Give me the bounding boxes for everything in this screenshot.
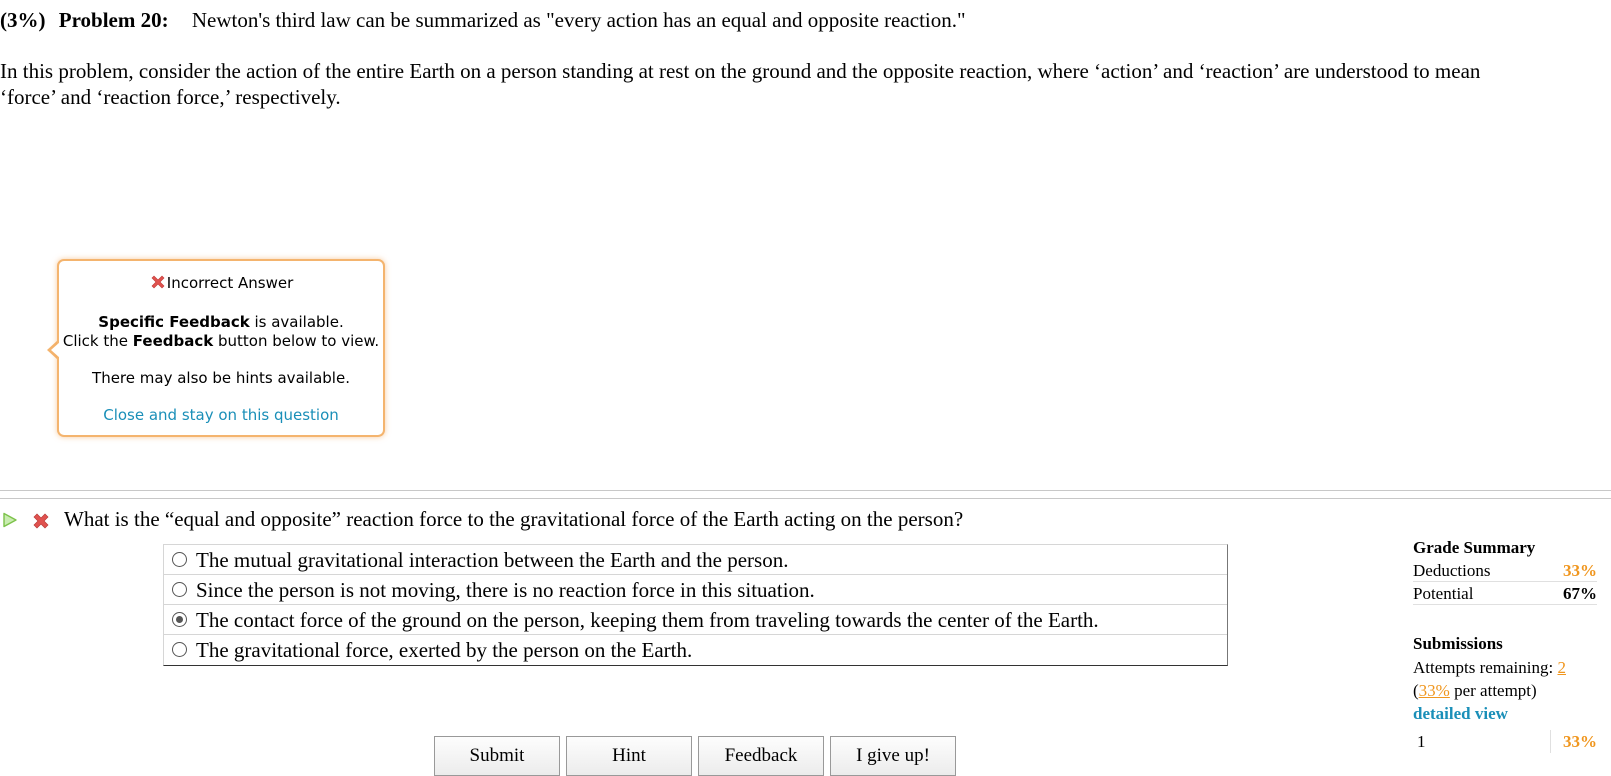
problem-title: Problem 20:	[58, 8, 169, 32]
question-text: What is the “equal and opposite” reactio…	[64, 507, 964, 531]
popup-instruction-line: Click the Feedback button below to view.	[59, 332, 383, 351]
submissions-title: Submissions	[1413, 634, 1503, 653]
incorrect-x-icon	[151, 275, 165, 289]
answer-option[interactable]: The contact force of the ground on the p…	[164, 605, 1227, 635]
deductions-value: 33%	[1563, 561, 1597, 580]
give-up-button[interactable]: I give up!	[830, 736, 956, 776]
hint-button[interactable]: Hint	[566, 736, 692, 776]
radio-button[interactable]	[172, 642, 187, 657]
wrong-x-icon	[33, 513, 49, 529]
answer-option-label: Since the person is not moving, there is…	[196, 578, 815, 602]
per-attempt: (33% per attempt)	[1413, 679, 1537, 702]
radio-button-selected[interactable]	[172, 612, 187, 627]
potential-row: Potential 67%	[1413, 582, 1597, 605]
radio-button[interactable]	[172, 582, 187, 597]
attempts-label: Attempts remaining:	[1413, 658, 1558, 677]
potential-label: Potential	[1413, 584, 1474, 603]
answer-option[interactable]: The mutual gravitational interaction bet…	[164, 545, 1227, 575]
answer-option-label: The mutual gravitational interaction bet…	[196, 548, 789, 572]
answer-option[interactable]: Since the person is not moving, there is…	[164, 575, 1227, 605]
popup-title: Incorrect Answer	[166, 274, 294, 292]
answer-option-label: The contact force of the ground on the p…	[196, 608, 1099, 632]
detailed-view-link[interactable]: detailed view	[1413, 702, 1508, 725]
answer-option-label: The gravitational force, exerted by the …	[196, 638, 693, 662]
problem-statement: Newton's third law can be summarized as …	[191, 8, 966, 32]
popup-button-text: button below to view.	[213, 332, 380, 350]
question-row: What is the “equal and opposite” reactio…	[0, 504, 1400, 534]
popup-feedback-line: Specific Feedback is available.	[59, 313, 383, 332]
divider	[0, 498, 1611, 499]
divider	[0, 490, 1611, 491]
popup-close-link[interactable]: Close and stay on this question	[59, 406, 383, 425]
grade-summary-title: Grade Summary	[1413, 538, 1536, 557]
problem-header: (3%) Problem 20: Newton's third law can …	[0, 6, 1600, 34]
submit-button[interactable]: Submit	[434, 736, 560, 776]
feedback-button[interactable]: Feedback	[698, 736, 824, 776]
attempt-number: 1	[1417, 732, 1426, 751]
problem-intro: In this problem, consider the action of …	[0, 59, 1481, 109]
popup-available-text: is available.	[249, 313, 344, 331]
radio-button[interactable]	[172, 552, 187, 567]
potential-value: 67%	[1563, 584, 1597, 603]
attempts-remaining: Attempts remaining: 2	[1413, 656, 1566, 679]
popup-specific-feedback: Specific Feedback	[98, 313, 250, 331]
popup-title-row: Incorrect Answer	[59, 273, 383, 293]
deductions-label: Deductions	[1413, 561, 1491, 580]
problem-percent: (3%)	[0, 8, 46, 32]
answer-options: The mutual gravitational interaction bet…	[163, 544, 1228, 666]
popup-feedback-word: Feedback	[132, 332, 214, 350]
play-icon[interactable]	[2, 512, 18, 528]
deductions-row: Deductions 33%	[1413, 559, 1597, 582]
popup-hints-line: There may also be hints available.	[92, 369, 350, 387]
attempts-count-link[interactable]: 2	[1557, 658, 1566, 677]
per-close: per attempt)	[1449, 681, 1537, 700]
popup-pointer-inner	[51, 342, 60, 358]
answer-option[interactable]: The gravitational force, exerted by the …	[164, 635, 1227, 665]
submission-history-row: 1 33%	[1413, 730, 1597, 753]
attempt-deduction: 33%	[1550, 730, 1597, 753]
per-attempt-percent-link[interactable]: 33%	[1419, 681, 1450, 700]
popup-click-text: Click the	[62, 332, 133, 350]
incorrect-answer-popup: Incorrect Answer Specific Feedback is av…	[57, 259, 385, 437]
